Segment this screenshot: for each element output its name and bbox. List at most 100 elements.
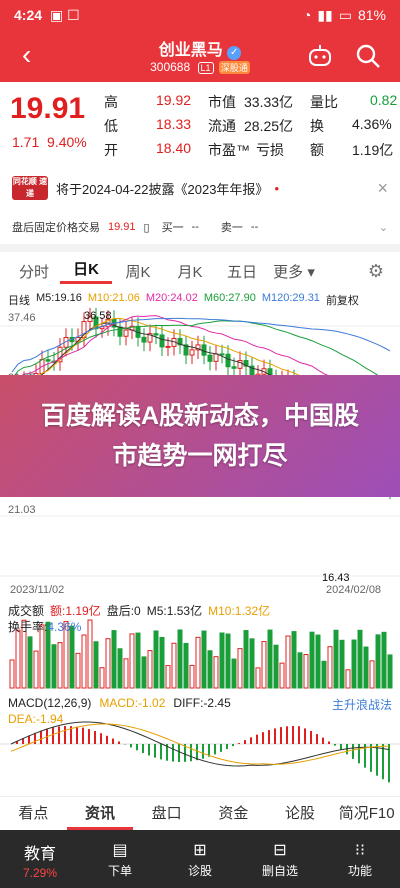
candle-body bbox=[225, 353, 231, 368]
candle-body bbox=[231, 366, 237, 369]
volume-bar bbox=[375, 634, 381, 689]
low-marker: 16.43 bbox=[322, 572, 350, 584]
volume-bar bbox=[273, 644, 279, 689]
tab-highlights[interactable]: 看点 bbox=[0, 797, 67, 830]
volume-bar bbox=[57, 642, 63, 689]
robot-icon[interactable] bbox=[306, 42, 334, 70]
volume-bar bbox=[147, 650, 153, 689]
volume-bar bbox=[357, 629, 363, 689]
search-icon[interactable] bbox=[354, 42, 382, 70]
volume-m10: M10:1.32亿 bbox=[208, 604, 271, 618]
tab-funds[interactable]: 资金 bbox=[200, 797, 267, 830]
volume-bar bbox=[213, 656, 219, 689]
volume-panel[interactable]: 成交额 额:1.19亿 盘后:0 M5:1.53亿 M10:1.32亿 换手率:… bbox=[0, 600, 400, 690]
volume-bar bbox=[381, 631, 387, 689]
functions-label: 功能 bbox=[347, 864, 372, 878]
status-time: 4:24 bbox=[14, 7, 43, 23]
tab-orderbook[interactable]: 盘口 bbox=[133, 797, 200, 830]
buy-dash: -- bbox=[191, 221, 199, 233]
volume-amount: 额:1.19亿 bbox=[50, 604, 101, 618]
float-label: 流通 bbox=[208, 118, 236, 134]
volume-m5: M5:1.53亿 bbox=[146, 604, 203, 618]
strategy-link[interactable]: 主升浪战法 bbox=[332, 696, 392, 713]
candle-body bbox=[45, 359, 51, 362]
wifi-icon: ◔ bbox=[302, 7, 312, 23]
close-icon[interactable]: × bbox=[377, 178, 388, 199]
candle-body bbox=[189, 349, 195, 356]
volume-bar bbox=[255, 667, 261, 689]
education-label: 教育 bbox=[23, 846, 56, 863]
volume-label[interactable]: 成交额 bbox=[8, 602, 44, 619]
volume-bar bbox=[291, 631, 297, 689]
notice-text: 将于2024-04-22披露《2023年年报》 bbox=[56, 181, 269, 197]
tab-5day[interactable]: 五日 bbox=[216, 261, 268, 282]
settings-icon[interactable]: ⚙ bbox=[368, 261, 384, 282]
high-label: 高 bbox=[104, 94, 118, 110]
tab-profile[interactable]: 简况F10 bbox=[333, 797, 400, 830]
pe-label: 市盈™ bbox=[208, 142, 250, 158]
action-remove-watchlist[interactable]: ⊟ 删自选 bbox=[240, 830, 320, 888]
action-education[interactable]: 教育 7.29% bbox=[0, 830, 80, 888]
fixed-price-row[interactable]: 盘后固定价格交易 19.91 ▯ 买一 -- 卖一 -- ⌄ bbox=[0, 214, 400, 240]
volume-bar bbox=[81, 634, 87, 689]
diagnose-label: 诊股 bbox=[187, 864, 212, 878]
volume-bar bbox=[309, 631, 315, 689]
volume-bar bbox=[87, 619, 93, 689]
notice-bar[interactable]: 同花顺 速递 将于2024-04-22披露《2023年年报》 ● × bbox=[0, 172, 400, 204]
macd-value: MACD:-1.02 bbox=[99, 696, 166, 710]
volume-bar bbox=[363, 646, 369, 689]
macd-header: MACD(12,26,9) MACD:-1.02 DIFF:-2.45 主升浪战… bbox=[8, 696, 392, 713]
high-marker: 36.58 bbox=[84, 310, 112, 322]
quote-panel: 19.91 1.71 9.40% 高 19.92 市值 33.33亿 量比 0.… bbox=[0, 82, 400, 166]
action-order[interactable]: ▤ 下单 bbox=[80, 830, 160, 888]
action-diagnose[interactable]: ⊞ 诊股 bbox=[160, 830, 240, 888]
price-change: 1.71 9.40% bbox=[12, 134, 87, 150]
y-top-label: 37.46 bbox=[8, 312, 36, 324]
tab-monthly[interactable]: 月K bbox=[164, 261, 216, 282]
connect-badge: 深股通 bbox=[218, 61, 250, 74]
stock-name: 创业黑马 ✓ bbox=[0, 36, 400, 60]
volume-bar bbox=[141, 656, 147, 689]
promo-banner[interactable]: 百度解读A股新动态，中国股市趋势一网打尽 bbox=[0, 375, 400, 497]
fixed-label: 盘后固定价格交易 bbox=[12, 222, 100, 234]
y-mid2-label: 21.03 bbox=[8, 504, 36, 516]
mktcap-label: 市值 bbox=[208, 94, 236, 110]
tab-daily[interactable]: 日K bbox=[60, 258, 112, 284]
tab-intraday[interactable]: 分时 bbox=[8, 261, 60, 282]
amount-value: 1.19亿 bbox=[352, 142, 394, 158]
macd-label[interactable]: MACD(12,26,9) bbox=[8, 696, 91, 713]
candle-body bbox=[219, 353, 225, 356]
amount-label: 额 bbox=[310, 142, 324, 158]
volume-bar bbox=[207, 650, 213, 689]
volume-bar bbox=[225, 633, 231, 689]
news-logo: 同花顺 速递 bbox=[12, 176, 48, 200]
verified-icon: ✓ bbox=[227, 46, 242, 60]
volume-bar bbox=[333, 629, 339, 689]
sell-label: 卖一 bbox=[220, 222, 243, 234]
float-value: 28.25亿 bbox=[244, 118, 294, 134]
tab-forum[interactable]: 论股 bbox=[267, 797, 334, 830]
tab-more[interactable]: 更多 ▾ bbox=[268, 261, 320, 282]
volume-bar bbox=[153, 630, 159, 689]
volume-bar bbox=[123, 658, 129, 689]
tab-news[interactable]: 资讯 bbox=[66, 797, 134, 830]
volume-bar bbox=[165, 665, 171, 689]
volume-bar bbox=[195, 636, 201, 689]
turnover-rate: 4.36% bbox=[47, 620, 82, 634]
volume-bar bbox=[171, 642, 177, 689]
volume-bar bbox=[315, 634, 321, 689]
remove-watchlist-label: 删自选 bbox=[261, 864, 298, 878]
volume-bar bbox=[93, 641, 99, 689]
chevron-down-icon[interactable]: ⌄ bbox=[379, 221, 388, 234]
diff-value: DIFF:-2.45 bbox=[173, 696, 231, 710]
tab-more-label: 更多 bbox=[273, 263, 304, 281]
volume-bar bbox=[51, 644, 57, 689]
volume-bar bbox=[345, 669, 351, 689]
date-right: 2024/02/08 bbox=[326, 584, 382, 596]
low-value: 18.33 bbox=[156, 116, 192, 132]
volratio-value: 0.82 bbox=[370, 92, 398, 108]
tab-weekly[interactable]: 周K bbox=[112, 261, 164, 282]
macd-panel[interactable]: MACD(12,26,9) MACD:-1.02 DIFF:-2.45 主升浪战… bbox=[0, 694, 400, 784]
action-functions[interactable]: ⁝⁝ 功能 bbox=[320, 830, 400, 888]
open-value: 18.40 bbox=[156, 140, 192, 156]
